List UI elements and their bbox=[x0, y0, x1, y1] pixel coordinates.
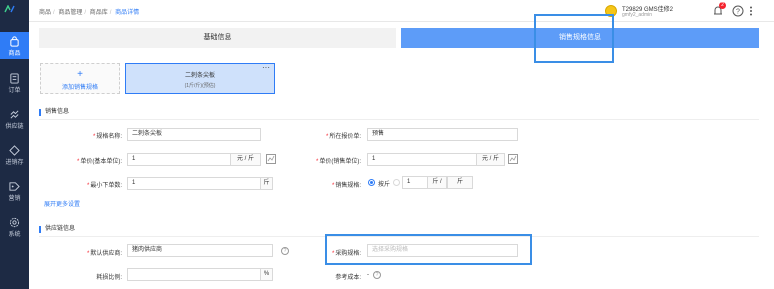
min-order-label: *最小下单数: bbox=[86, 183, 122, 189]
plus-icon: + bbox=[77, 69, 83, 80]
price-chart-icon[interactable] bbox=[508, 154, 518, 164]
section-title-supply: 供应链信息 bbox=[39, 226, 75, 233]
spec-card-sub: (1斤/斤)(预估) bbox=[184, 83, 216, 89]
min-order-unit: 斤 bbox=[261, 177, 273, 190]
sidebar: 商品 订单 供应链 进销存 营销 系统 bbox=[0, 0, 29, 289]
breadcrumb-item[interactable]: 商品 bbox=[39, 10, 51, 16]
supply-chain-icon bbox=[10, 110, 19, 119]
loss-ratio-label: 耗损比例: bbox=[96, 275, 122, 281]
top-header: 商品 / 商品管理 / 商品库 / 商品详情 T29829 GMS佳修2 gmfy2_… bbox=[29, 0, 774, 22]
breadcrumb-item[interactable]: 商品管理 bbox=[58, 10, 82, 16]
highlight-box bbox=[534, 14, 614, 63]
spec-name-input[interactable]: 二刺条尖板 bbox=[127, 128, 261, 141]
sidebar-item-label: 商品 bbox=[8, 51, 21, 57]
ref-cost-label: 参考成本: bbox=[335, 275, 361, 281]
add-sales-spec-button[interactable]: + 添加销售规格 bbox=[40, 63, 120, 94]
sidebar-item-label: 供应链 bbox=[5, 124, 24, 130]
loss-ratio-unit: % bbox=[261, 268, 273, 281]
user-account: gmfy2_admin bbox=[622, 12, 653, 18]
sales-spec-unit-1: 斤 / bbox=[428, 176, 447, 189]
sidebar-item-label: 进销存 bbox=[5, 160, 24, 166]
section-title-sales: 销售信息 bbox=[39, 109, 69, 116]
svg-text:?: ? bbox=[736, 9, 740, 16]
notification-badge: 2 bbox=[719, 2, 726, 9]
breadcrumb: 商品 / 商品管理 / 商品库 / 商品详情 bbox=[39, 10, 140, 16]
add-sales-spec-label: 添加销售规格 bbox=[61, 85, 98, 91]
min-order-input[interactable]: 1 bbox=[127, 177, 261, 190]
sidebar-item-label: 订单 bbox=[8, 88, 21, 94]
shopping-bag-icon bbox=[10, 36, 19, 47]
tab-basic-info[interactable]: 基础信息 bbox=[39, 28, 396, 48]
user-menu[interactable]: T29829 GMS佳修2 gmfy2_admin bbox=[605, 3, 695, 19]
sales-spec-unit-2[interactable]: 斤 bbox=[447, 176, 473, 189]
more-horizontal-icon[interactable]: ··· bbox=[262, 64, 270, 72]
sidebar-item-goods[interactable]: 商品 bbox=[0, 32, 29, 59]
spec-card-name: 二刺条尖板 bbox=[184, 73, 215, 79]
sidebar-item-inventory[interactable]: 进销存 bbox=[0, 141, 29, 168]
info-icon: ? bbox=[281, 247, 289, 255]
settings-icon bbox=[9, 217, 20, 228]
sidebar-item-label: 系统 bbox=[8, 232, 21, 238]
radio-custom[interactable] bbox=[393, 179, 400, 186]
sidebar-item-label: 营销 bbox=[8, 196, 21, 202]
inventory-icon bbox=[9, 145, 20, 156]
default-supplier-select[interactable]: 猪肉供应商 bbox=[127, 244, 273, 257]
price-list-input[interactable]: 预售 bbox=[367, 128, 518, 141]
help-icon[interactable]: ? bbox=[732, 5, 744, 17]
sidebar-item-marketing[interactable]: 营销 bbox=[0, 177, 29, 204]
sidebar-item-orders[interactable]: 订单 bbox=[0, 69, 29, 96]
sidebar-item-supply-chain[interactable]: 供应链 bbox=[0, 105, 29, 132]
unit-price-sale-unit: 元 / 斤 bbox=[477, 153, 505, 166]
radio-by-jin-label: 按斤 bbox=[378, 182, 391, 188]
sidebar-item-system[interactable]: 系统 bbox=[0, 213, 29, 240]
sales-spec-qty-input[interactable]: 1 bbox=[402, 176, 428, 189]
default-supplier-label: *默认供应商: bbox=[86, 251, 122, 257]
breadcrumb-item[interactable]: 商品库 bbox=[90, 10, 108, 16]
marketing-tag-icon bbox=[9, 182, 20, 191]
unit-price-sale-label: *单价(销售单位): bbox=[315, 159, 361, 165]
breadcrumb-current: 商品详情 bbox=[115, 10, 140, 16]
spec-card[interactable]: ··· 二刺条尖板 (1斤/斤)(预估) bbox=[125, 63, 275, 94]
radio-by-jin[interactable] bbox=[368, 179, 375, 186]
order-icon bbox=[10, 73, 19, 84]
expand-more-settings-link[interactable]: 展开更多设置 bbox=[44, 199, 80, 208]
unit-price-base-label: *单价(基本单位): bbox=[76, 159, 122, 165]
sales-spec-label: *销售规格: bbox=[331, 183, 361, 189]
highlight-box bbox=[325, 234, 532, 265]
ref-cost-value: - bbox=[367, 272, 369, 278]
unit-price-sale-input[interactable]: 1 bbox=[367, 153, 477, 166]
spec-name-label: *规格名称: bbox=[92, 134, 122, 140]
unit-price-base-input[interactable]: 1 bbox=[127, 153, 231, 166]
info-icon: ? bbox=[373, 271, 381, 279]
loss-ratio-input[interactable] bbox=[127, 268, 261, 281]
price-chart-icon[interactable] bbox=[266, 154, 276, 164]
price-list-label: *所在报价单: bbox=[325, 134, 361, 140]
main-card: 基础信息 销售规格信息 + 添加销售规格 ··· 二刺条尖板 (1斤/斤)(预估… bbox=[29, 14, 774, 289]
divider bbox=[39, 119, 759, 120]
unit-price-base-unit: 元 / 斤 bbox=[231, 153, 261, 166]
logo-icon bbox=[4, 5, 15, 13]
more-vertical-icon[interactable] bbox=[748, 5, 754, 17]
